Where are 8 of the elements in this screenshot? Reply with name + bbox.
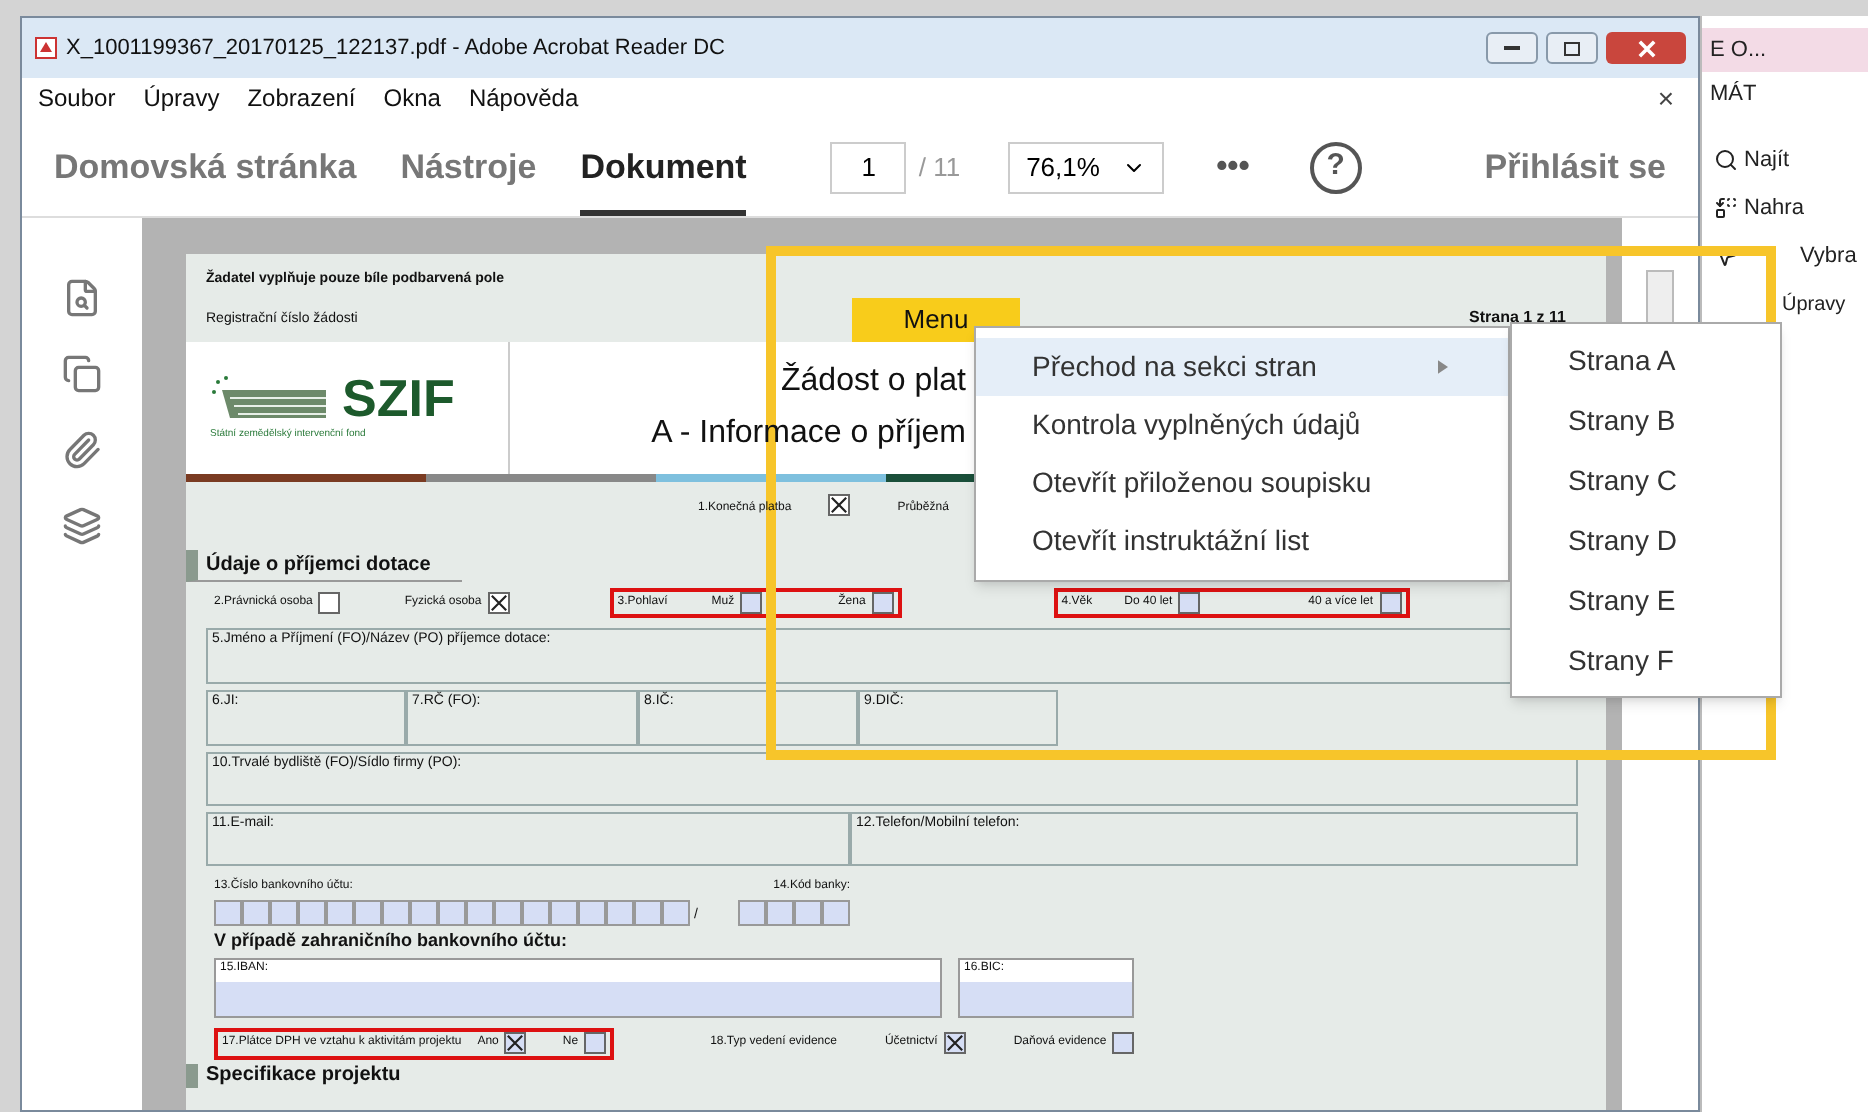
document-title: Žádost o plat <box>781 364 966 400</box>
window-title: X_1001199367_20170125_122137.pdf - Adobe Acrobat Reader DC <box>66 33 727 64</box>
section-heading: Specifikace projektu <box>186 1063 401 1087</box>
page-label: Strana 1 z 11 <box>1469 306 1566 330</box>
page-total: / 11 <box>918 149 961 186</box>
subsection-heading: V případě zahraničního bankovního účtu: <box>212 928 570 954</box>
section-heading: Údaje o příjemci dotace <box>186 550 463 582</box>
logo-text: SZIF <box>342 372 455 425</box>
